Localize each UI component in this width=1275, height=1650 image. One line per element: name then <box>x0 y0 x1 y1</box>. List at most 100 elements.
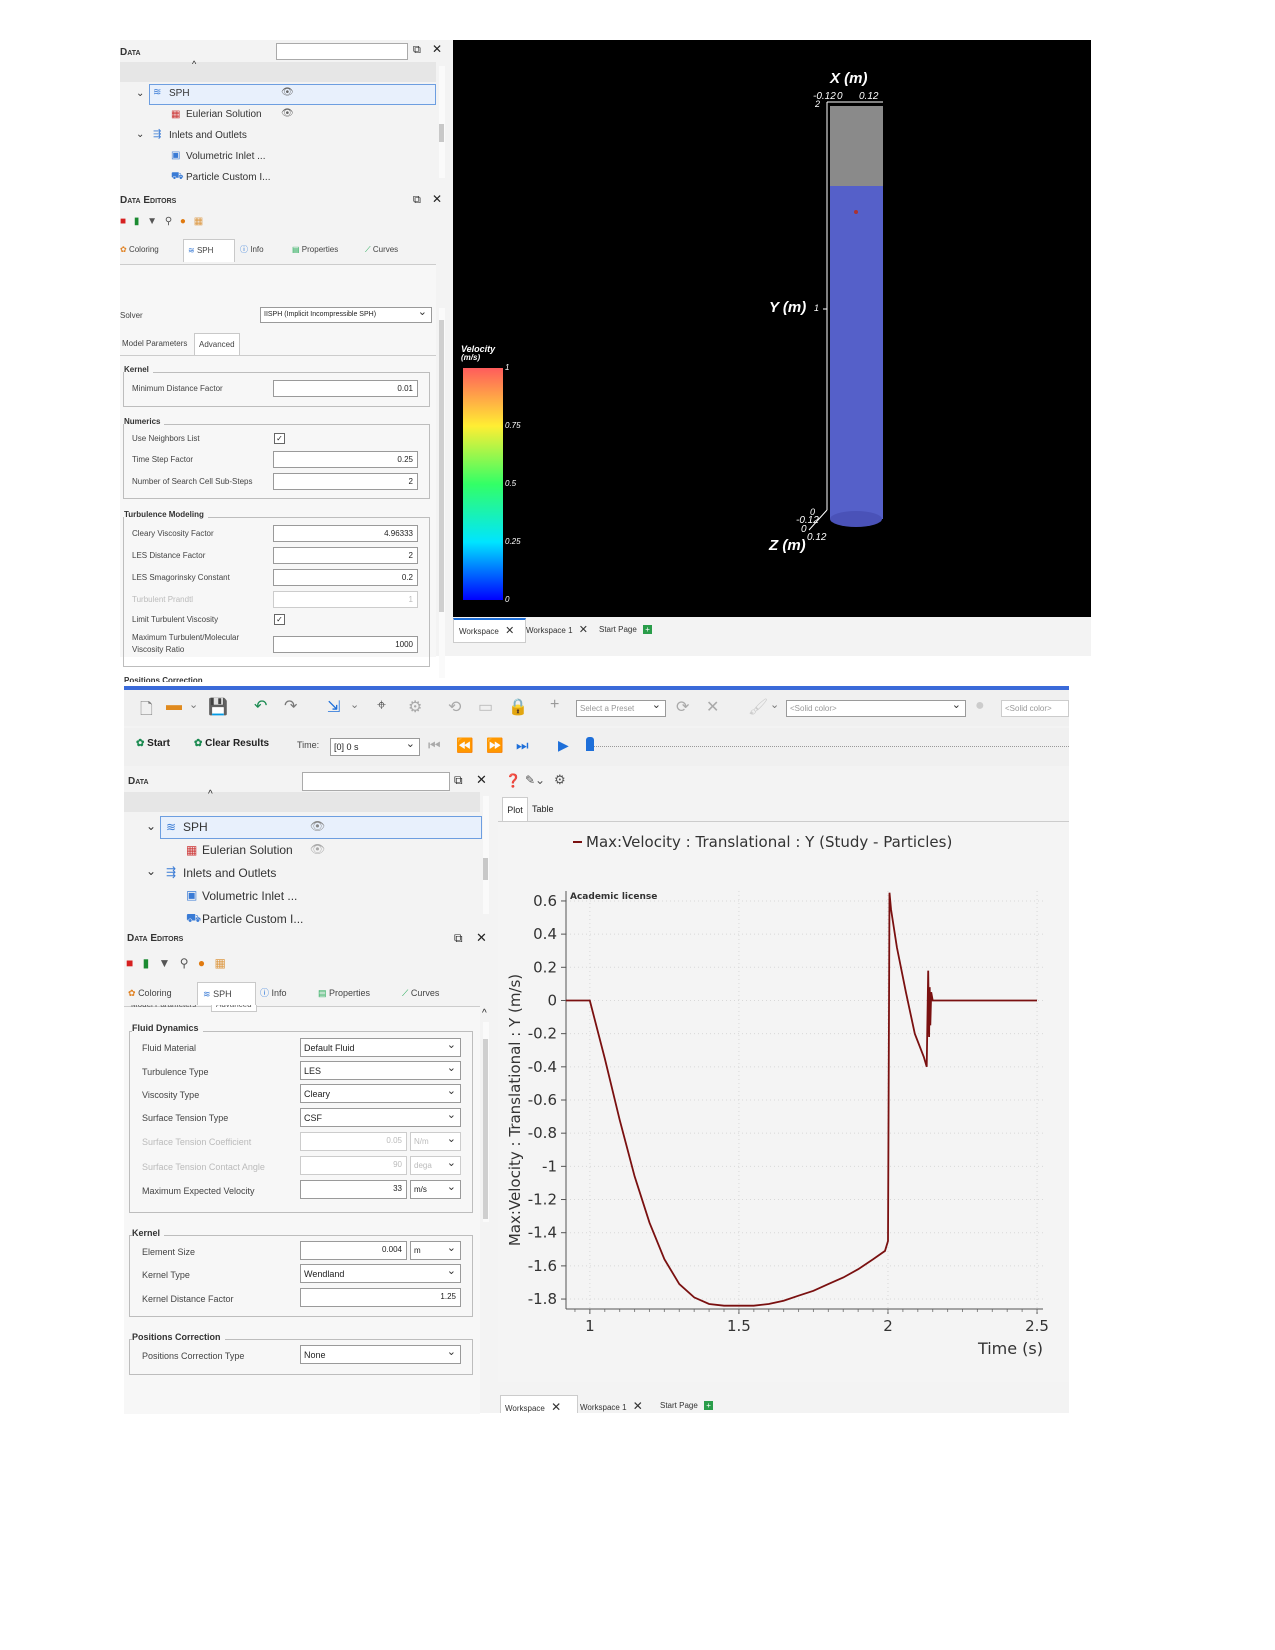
color-select-1[interactable]: <Solid color> <box>786 698 966 717</box>
delete-icon[interactable]: ✕ <box>706 697 719 717</box>
tree-label-particle[interactable]: Particle Custom I... <box>186 172 270 183</box>
expand-chevron-icon[interactable]: ⌄ <box>136 129 144 140</box>
tab-sph[interactable]: ≋ SPH <box>197 982 256 1005</box>
redo-icon[interactable]: ↷ <box>284 696 297 716</box>
scroll-thumb[interactable] <box>439 124 444 142</box>
add-icon[interactable]: + <box>550 696 559 714</box>
tab-curves[interactable]: ⟋ Curves <box>365 239 398 261</box>
brush-icon[interactable]: 🖌 <box>748 697 768 717</box>
flag-icon[interactable]: ▮ <box>143 956 150 970</box>
kernel-type-select[interactable]: Wendland <box>300 1262 461 1283</box>
expand-chevron-icon[interactable]: ⌄ <box>136 88 144 99</box>
reload-icon[interactable]: ⟲ <box>448 697 461 717</box>
expand-chevron-icon[interactable]: ⌄ <box>146 864 156 878</box>
sort-up-icon[interactable]: ^ <box>192 59 196 69</box>
tab-start-page[interactable]: Start Page + <box>599 619 653 641</box>
time-select[interactable]: [0] 0 s <box>330 736 420 756</box>
viscosity-type-select[interactable]: Cleary <box>300 1082 461 1103</box>
scrollbar[interactable] <box>439 66 445 178</box>
drop-icon[interactable]: ● <box>180 216 186 227</box>
camera-icon[interactable]: ⌖ <box>377 697 386 715</box>
tree-label-eulerian[interactable]: Eulerian Solution <box>202 843 293 857</box>
cube-icon[interactable]: ■ <box>120 216 126 227</box>
add-tab-icon[interactable]: + <box>643 625 653 634</box>
close-icon[interactable]: ✕ <box>551 1400 561 1413</box>
tab-start-page[interactable]: Start Page + <box>660 1395 714 1413</box>
smagorinsky-field[interactable]: 0.2 <box>273 569 418 586</box>
max-ratio-field[interactable]: 1000 <box>273 636 418 653</box>
restore-icon[interactable]: ⧉ <box>413 194 421 207</box>
visibility-icon[interactable]: 👁 <box>281 108 294 119</box>
grid-icon[interactable]: ▦ <box>215 956 226 970</box>
refresh-icon[interactable]: ⟳ <box>676 697 689 717</box>
plot-tab-table[interactable]: Table <box>532 797 554 821</box>
scrollbar[interactable] <box>483 796 489 914</box>
plot-tab-plot[interactable]: Plot <box>502 797 528 822</box>
probe-icon[interactable]: ⚲ <box>165 216 172 227</box>
help-icon[interactable]: ❓ <box>505 773 521 789</box>
visibility-icon[interactable]: 👁 <box>310 842 325 856</box>
clear-results-button[interactable]: ✿ Clear Results <box>194 738 269 749</box>
tree-label-inlets[interactable]: Inlets and Outlets <box>169 130 247 141</box>
limit-viscosity-checkbox[interactable]: ✓ <box>274 614 285 625</box>
grid-icon[interactable]: ▦ <box>194 216 203 227</box>
tab-properties[interactable]: ▤ Properties <box>292 239 338 261</box>
cleary-field[interactable]: 4.96333 <box>273 525 418 542</box>
max-velocity-field[interactable]: 33 <box>300 1180 407 1199</box>
tab-curves[interactable]: ⟋ Curves <box>402 982 439 1004</box>
close-icon[interactable]: ✕ <box>476 930 487 946</box>
time-step-field[interactable]: 0.25 <box>273 451 418 468</box>
gear-icon[interactable]: ⚙ <box>554 772 566 788</box>
data-search-input[interactable] <box>302 772 450 791</box>
new-file-icon[interactable]: 🗋 <box>140 698 153 725</box>
close-icon[interactable]: ✕ <box>579 624 588 636</box>
filter-icon[interactable]: ▼ <box>147 216 157 227</box>
lock-icon[interactable]: 🔒 <box>508 697 528 717</box>
les-distance-field[interactable]: 2 <box>273 547 418 564</box>
play-icon[interactable]: ▶ <box>558 737 569 754</box>
color-select-2[interactable]: <Solid color> <box>1001 700 1069 717</box>
edit-icon[interactable]: ✎⌄ <box>525 773 545 787</box>
tree-label-inlets[interactable]: Inlets and Outlets <box>183 866 276 880</box>
element-size-field[interactable]: 0.004 <box>300 1241 407 1260</box>
tree-label-volumetric[interactable]: Volumetric Inlet ... <box>186 151 265 162</box>
timeline-handle[interactable] <box>586 737 594 751</box>
filter-icon[interactable]: ▼ <box>159 956 171 970</box>
start-button[interactable]: ✿ Start <box>136 738 170 749</box>
preset-select[interactable]: Select a Preset <box>576 698 666 717</box>
timeline-slider[interactable] <box>586 746 1069 749</box>
tab-coloring[interactable]: ✿ Coloring <box>128 982 172 1004</box>
viewport-3d[interactable]: X (m) -0.12 0 0.12 2 Y (m) 1 0 -0.12 0 0… <box>453 40 1091 617</box>
first-frame-icon[interactable]: ⏮ <box>428 737 441 754</box>
expand-chevron-icon[interactable]: ⌄ <box>146 819 156 833</box>
use-neighbors-checkbox[interactable]: ✓ <box>274 433 285 444</box>
surface-tension-type-select[interactable]: CSF <box>300 1106 461 1127</box>
restore-icon[interactable]: ⧉ <box>454 931 463 946</box>
close-icon[interactable]: ✕ <box>505 625 514 637</box>
close-icon[interactable]: ✕ <box>432 42 442 56</box>
restore-icon[interactable]: ⧉ <box>454 773 463 788</box>
turbulence-type-select[interactable]: LES <box>300 1059 461 1080</box>
cube-icon[interactable]: ■ <box>126 956 133 970</box>
drop-icon[interactable]: ● <box>198 956 205 970</box>
undo-icon[interactable]: ↶ <box>254 696 267 716</box>
tab-workspace[interactable]: Workspace ✕ <box>500 1395 578 1413</box>
subtab-advanced[interactable]: Advanced <box>194 333 240 356</box>
tab-sph[interactable]: ≋ SPH <box>183 239 235 262</box>
visibility-icon[interactable]: 👁 <box>281 87 294 98</box>
max-velocity-unit[interactable]: m/s <box>410 1178 461 1199</box>
tab-workspace-1[interactable]: Workspace 1 ✕ <box>526 619 588 641</box>
min-distance-field[interactable]: 0.01 <box>273 380 418 397</box>
positions-type-select[interactable]: None <box>300 1343 461 1364</box>
tab-info[interactable]: ⓘ Info <box>260 982 287 1004</box>
transform-icon[interactable]: ⇲ <box>327 697 340 717</box>
last-frame-icon[interactable]: ⏭ <box>516 737 529 754</box>
data-search-input[interactable] <box>276 43 408 60</box>
probe-icon[interactable]: ⚲ <box>180 956 189 970</box>
tree-label-particle[interactable]: Particle Custom I... <box>202 912 303 926</box>
close-icon[interactable]: ✕ <box>432 192 442 206</box>
step-back-icon[interactable]: ⏪ <box>456 737 473 754</box>
solver-select[interactable]: IISPH (Implicit Incompressible SPH) <box>260 305 432 323</box>
tab-info[interactable]: ⓘ Info <box>240 239 264 261</box>
tab-coloring[interactable]: ✿ Coloring <box>120 239 159 261</box>
